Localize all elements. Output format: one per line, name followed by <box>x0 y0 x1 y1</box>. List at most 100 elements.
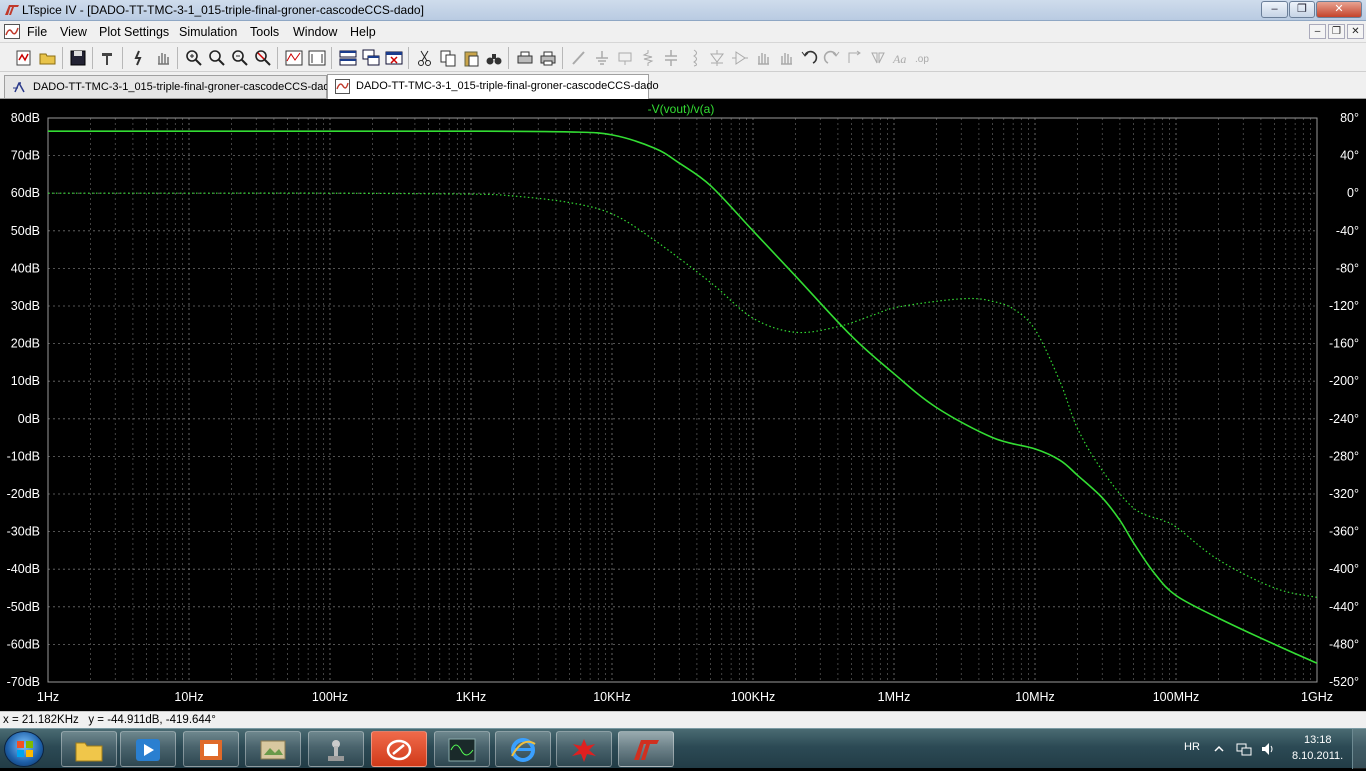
y-left-tick-label: -10dB <box>7 449 40 463</box>
print-icon[interactable] <box>538 48 558 68</box>
ltspice-logo-icon <box>634 740 659 760</box>
bode-plot-chart[interactable]: 1Hz 10Hz 100Hz 1KHz 10KHz 100KHz 1MHz 10MHz 100M… <box>0 99 1366 711</box>
y-right-tick-label: 80° <box>1340 111 1359 125</box>
undo-icon[interactable] <box>799 48 819 68</box>
zoom-area-icon[interactable] <box>207 48 227 68</box>
ground-icon <box>596 51 608 65</box>
start-button[interactable] <box>4 731 44 767</box>
waveform-plot[interactable]: 1Hz 10Hz 100Hz 1KHz 10KHz 100KHz 1MHz 10MHz 100M… <box>0 99 1366 711</box>
taskbar-oscilloscope[interactable] <box>434 731 490 767</box>
x-tick-label: 10KHz <box>593 690 631 704</box>
axis-tick-labels: 1Hz 10Hz 100Hz 1KHz 10KHz 100KHz 1MHz 10MHz 100M… <box>7 111 1359 704</box>
minimize-button[interactable]: – <box>1261 1 1288 18</box>
x-tick-label: 100MHz <box>1153 690 1200 704</box>
run-icon[interactable] <box>129 48 149 68</box>
pan-hand-icon[interactable] <box>153 48 173 68</box>
paste-icon[interactable] <box>461 48 481 68</box>
trace-title[interactable]: -V(vout)/v(a) <box>648 102 715 116</box>
zoom-out-icon[interactable] <box>230 48 250 68</box>
toolbar-separator <box>177 47 178 69</box>
save-icon[interactable] <box>68 48 88 68</box>
cut-scissors-icon[interactable] <box>415 48 435 68</box>
menu-window[interactable]: Window <box>293 25 337 39</box>
x-tick-label: 1Hz <box>37 690 59 704</box>
copy-icon[interactable] <box>438 48 458 68</box>
diode-icon <box>710 50 724 66</box>
capacitor-icon <box>665 50 677 66</box>
x-tick-label: 100Hz <box>312 690 348 704</box>
office-icon <box>200 740 222 760</box>
tray-expand-icon[interactable] <box>1214 744 1224 754</box>
close-button[interactable]: ✕ <box>1316 1 1362 18</box>
inductor-icon <box>693 49 697 67</box>
doc-minimize-button[interactable]: – <box>1309 24 1326 39</box>
doc-close-button[interactable]: ✕ <box>1347 24 1364 39</box>
keyboard-language[interactable]: HR <box>1184 741 1200 753</box>
show-desktop-button[interactable] <box>1352 729 1366 769</box>
oscilloscope-icon <box>448 738 476 762</box>
mark-unref-icon[interactable] <box>307 48 327 68</box>
taskbar-media-player[interactable] <box>120 731 176 767</box>
menu-tools[interactable]: Tools <box>250 25 279 39</box>
autorange-icon[interactable] <box>284 48 304 68</box>
x-tick-label: 1MHz <box>878 690 911 704</box>
zoom-in-icon[interactable] <box>184 48 204 68</box>
volume-speaker-icon[interactable] <box>1260 741 1276 757</box>
menu-simulation[interactable]: Simulation <box>179 25 237 39</box>
y-right-tick-label: -320° <box>1329 487 1359 501</box>
menu-help[interactable]: Help <box>350 25 376 39</box>
y-left-tick-label: -70dB <box>7 675 40 689</box>
close-windows-icon[interactable] <box>384 48 404 68</box>
y-left-tick-label: 10dB <box>11 374 40 388</box>
clock-date[interactable]: 8.10.2011. <box>1292 750 1343 762</box>
drag-hand-icon <box>781 53 792 65</box>
joystick-icon <box>328 740 344 761</box>
toolbar-separator <box>408 47 409 69</box>
y-right-tick-label: -440° <box>1329 600 1359 614</box>
schematic-icon <box>13 82 25 93</box>
y-right-tick-label: -520° <box>1329 675 1359 689</box>
maximize-button[interactable]: ❐ <box>1289 1 1315 18</box>
menu-view[interactable]: View <box>60 25 87 39</box>
svg-text:Aa: Aa <box>892 52 906 66</box>
taskbar-ltspice[interactable] <box>618 731 674 767</box>
taskbar-internet-explorer[interactable] <box>495 731 551 767</box>
taskbar-antivirus[interactable] <box>371 731 427 767</box>
cascade-windows-icon[interactable] <box>361 48 381 68</box>
tile-horizontal-icon[interactable] <box>338 48 358 68</box>
y-left-tick-label: 40dB <box>11 261 40 275</box>
taskbar-paint-app[interactable] <box>556 731 612 767</box>
open-folder-icon[interactable] <box>38 48 58 68</box>
y-right-tick-label: -40° <box>1336 224 1359 238</box>
taskbar-explorer[interactable] <box>61 731 117 767</box>
network-icon[interactable] <box>1236 741 1252 757</box>
new-schematic-icon[interactable] <box>14 48 34 68</box>
print-setup-icon[interactable] <box>515 48 535 68</box>
clock-time[interactable]: 13:18 <box>1304 734 1332 746</box>
control-panel-hammer-icon[interactable] <box>98 48 118 68</box>
find-binoculars-icon[interactable] <box>484 48 504 68</box>
trace-lines[interactable] <box>47 130 1318 664</box>
rotate-icon <box>848 50 861 63</box>
x-tick-label: 100KHz <box>731 690 775 704</box>
resistor-icon <box>642 50 654 66</box>
menu-plot-settings[interactable]: Plot Settings <box>99 25 169 39</box>
component-icon <box>732 51 748 65</box>
tab-schematic[interactable]: DADO-TT-TMC-3-1_015-triple-final-groner-… <box>4 75 336 98</box>
magnitude-trace[interactable] <box>48 130 1318 664</box>
toolbar: Aa .op <box>0 43 1366 72</box>
taskbar-office[interactable] <box>183 731 239 767</box>
doc-restore-button[interactable]: ❐ <box>1328 24 1345 39</box>
phase-trace[interactable] <box>47 192 1318 598</box>
zoom-fit-icon[interactable] <box>253 48 273 68</box>
label-net-icon <box>618 52 632 65</box>
cursor-readout: x = 21.182KHz y = -44.911dB, -419.644° <box>0 711 1366 728</box>
antivirus-icon <box>386 739 412 761</box>
menu-file[interactable]: File <box>27 25 47 39</box>
taskbar-image-viewer[interactable] <box>245 731 301 767</box>
tab-waveform[interactable]: DADO-TT-TMC-3-1_015-triple-final-groner-… <box>327 74 659 99</box>
mirror-icon <box>871 52 885 64</box>
y-right-tick-label: -280° <box>1329 449 1359 463</box>
waveform-doc-icon[interactable] <box>4 24 20 39</box>
taskbar-remote-app[interactable] <box>308 731 364 767</box>
